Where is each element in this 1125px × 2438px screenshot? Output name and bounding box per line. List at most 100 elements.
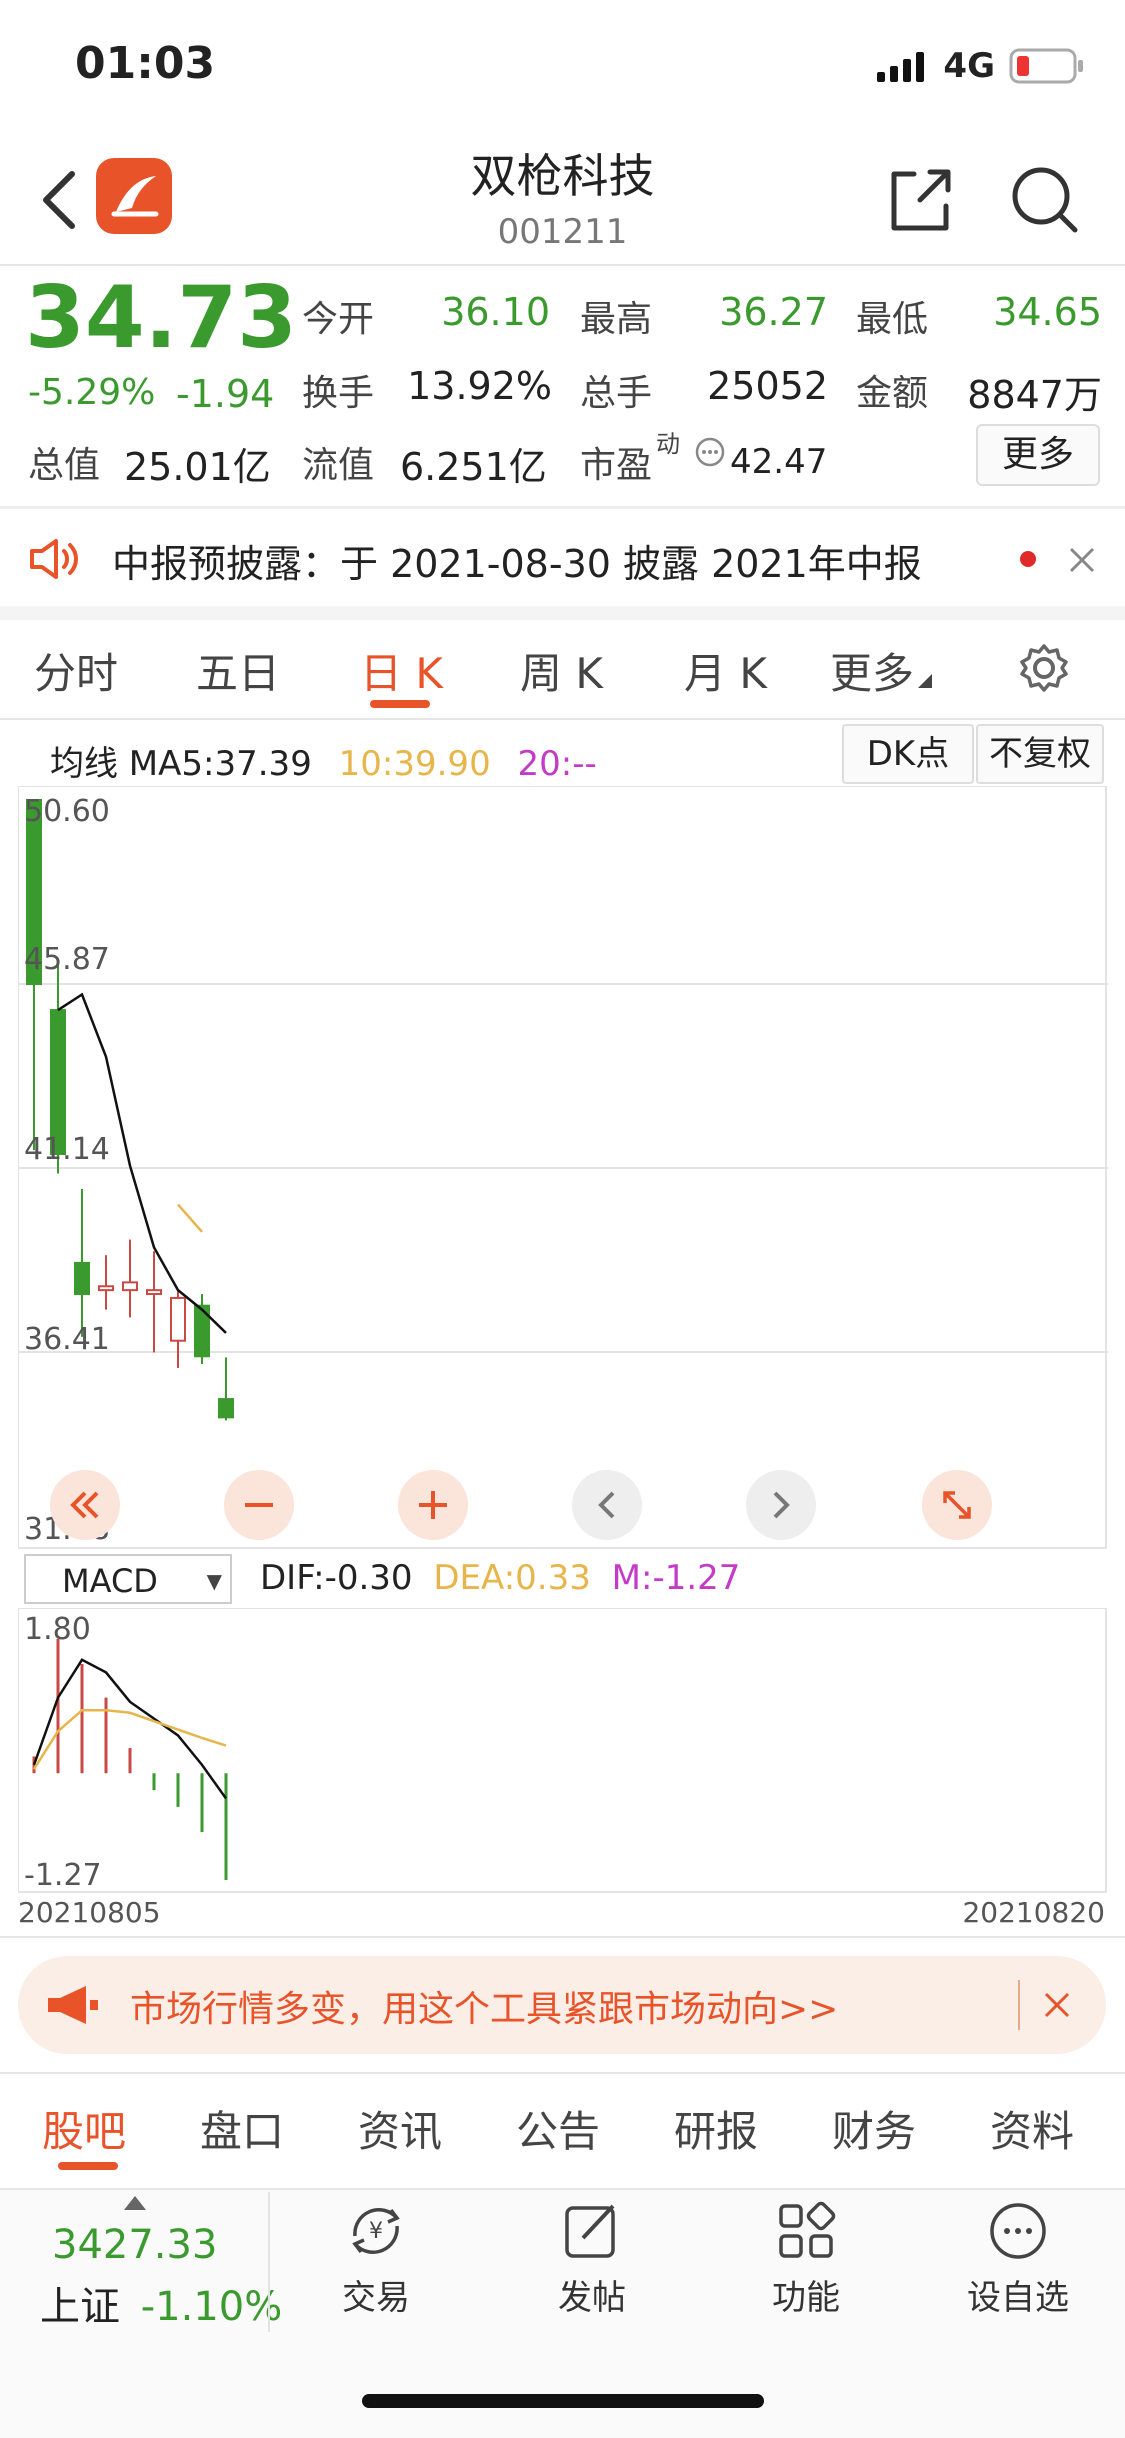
- tab-forum[interactable]: 股吧: [42, 2098, 126, 2159]
- post-button[interactable]: 发帖: [522, 2200, 662, 2319]
- float-value: 6.251亿: [400, 445, 547, 489]
- info-icon[interactable]: [694, 436, 726, 468]
- yuan-exchange-icon: ¥: [352, 2208, 400, 2254]
- rewind-button[interactable]: [50, 1470, 120, 1540]
- more-quote-button[interactable]: 更多: [976, 424, 1100, 486]
- add-watchlist-label: 设自选: [967, 2278, 1069, 2318]
- double-chevron-left-icon: [70, 1491, 99, 1519]
- status-time: 01:03: [75, 38, 216, 89]
- zoom-in-button[interactable]: [398, 1470, 468, 1540]
- tab-profile[interactable]: 资料: [990, 2098, 1074, 2159]
- candle-body: [170, 1296, 186, 1342]
- macd-legend: DIF:-0.30 DEA:0.33 M:-1.27: [260, 1558, 740, 1598]
- battery-icon: [1009, 48, 1083, 84]
- tab-announcements[interactable]: 公告: [516, 2098, 600, 2159]
- gear-icon[interactable]: [1018, 642, 1070, 694]
- turnover-value: 13.92%: [407, 364, 552, 408]
- adjust-price-button[interactable]: 不复权: [976, 724, 1104, 784]
- active-tab-indicator: [370, 700, 430, 708]
- svg-text:¥: ¥: [369, 2219, 383, 2244]
- macd-y-bottom: -1.27: [24, 1858, 102, 1893]
- ma-legend: 均线 MA5:37.39 10:39.90 20:--: [50, 736, 597, 785]
- open-value: 36.10: [441, 290, 550, 334]
- open-label: 今开: [302, 299, 375, 340]
- tabs-divider: [0, 718, 1125, 720]
- candle-body: [122, 1281, 138, 1292]
- float-label: 流值: [302, 445, 375, 486]
- banner-divider: [0, 2072, 1125, 2074]
- home-indicator: [362, 2394, 764, 2408]
- section-gap: [0, 606, 1125, 620]
- amount-label: 金额: [856, 373, 929, 414]
- expand-icon: [943, 1491, 971, 1519]
- tab-weekly-k[interactable]: 周 K: [520, 640, 603, 701]
- promo-text[interactable]: 市场行情多变，用这个工具紧跟市场动向>>: [130, 1980, 838, 2032]
- index-summary[interactable]: 上证 -1.10%: [40, 2274, 282, 2332]
- index-value[interactable]: 3427.33: [52, 2222, 217, 2268]
- candlestick-chart[interactable]: [18, 786, 1108, 1550]
- high-label: 最高: [580, 299, 653, 340]
- fullscreen-button[interactable]: [922, 1470, 992, 1540]
- active-bottom-tab-indicator: [58, 2162, 118, 2170]
- signal-icon: [877, 52, 925, 82]
- macd-y-top: 1.80: [24, 1612, 91, 1647]
- high-value: 36.27: [719, 290, 828, 334]
- move-left-button[interactable]: [572, 1470, 642, 1540]
- tab-monthly-k[interactable]: 月 K: [684, 640, 767, 701]
- plus-icon: [419, 1491, 447, 1519]
- header-divider: [0, 264, 1125, 266]
- status-indicators: 4G: [877, 46, 1085, 86]
- trade-button[interactable]: ¥ 交易: [306, 2200, 446, 2319]
- tab-five-day[interactable]: 五日: [196, 640, 280, 701]
- dk-point-button[interactable]: DK点: [842, 724, 974, 784]
- tab-intraday[interactable]: 分时: [34, 640, 118, 701]
- turnover-label: 换手: [302, 373, 375, 414]
- tab-order-book[interactable]: 盘口: [200, 2098, 284, 2159]
- share-button[interactable]: [880, 160, 960, 240]
- zoom-out-button[interactable]: [224, 1470, 294, 1540]
- indicator-select-label: MACD: [62, 1562, 158, 1600]
- tab-research[interactable]: 研报: [674, 2098, 758, 2159]
- close-banner-icon[interactable]: [1042, 1990, 1072, 2020]
- banner-separator: [1018, 1980, 1020, 2030]
- chart-bottom-divider: [0, 1936, 1125, 1938]
- current-price: 34.73: [25, 268, 298, 368]
- share-icon: [891, 169, 951, 231]
- add-watchlist-button[interactable]: 设自选: [948, 2200, 1088, 2319]
- y-tick-top: 50.60: [24, 794, 110, 829]
- change-amount: -1.94: [176, 372, 275, 416]
- volume-label: 总手: [580, 373, 653, 414]
- network-label: 4G: [943, 46, 995, 86]
- macd-chart[interactable]: [18, 1608, 1108, 1894]
- disclosure-notice[interactable]: 中报预披露：于 2021-08-30 披露 2021年中报: [112, 533, 922, 588]
- close-notice-icon[interactable]: [1066, 544, 1098, 576]
- quote-divider: [0, 506, 1125, 509]
- pe-dynamic-mark: 动: [656, 430, 680, 458]
- move-right-button[interactable]: [746, 1470, 816, 1540]
- chevron-right-icon: [773, 1491, 790, 1519]
- y-tick-3: 41.14: [24, 1132, 110, 1167]
- ma5-value: 均线 MA5:37.39: [50, 744, 312, 784]
- candle-body: [218, 1398, 234, 1419]
- speaker-icon: [30, 539, 78, 579]
- grid-icon: [779, 2201, 836, 2258]
- toolbar-separator: [268, 2192, 270, 2332]
- dif-value: DIF:-0.30: [260, 1558, 413, 1598]
- x-end-date: 20210820: [962, 1896, 1105, 1929]
- index-name: 上证: [40, 2284, 120, 2330]
- tab-news[interactable]: 资讯: [358, 2098, 442, 2159]
- tab-daily-k[interactable]: 日 K: [360, 640, 443, 701]
- y-tick-4: 36.41: [24, 1322, 110, 1357]
- tab-more[interactable]: 更多: [830, 640, 933, 701]
- indicator-select[interactable]: MACD ▼: [24, 1554, 232, 1604]
- index-change: -1.10%: [140, 2284, 283, 2330]
- functions-button[interactable]: 功能: [736, 2200, 876, 2319]
- more-dots-icon: [990, 2203, 1046, 2259]
- minus-icon: [245, 1503, 273, 1507]
- functions-label: 功能: [772, 2278, 840, 2318]
- y-tick-2: 45.87: [24, 942, 110, 977]
- macd-m-value: M:-1.27: [611, 1558, 741, 1598]
- search-button[interactable]: [1005, 160, 1085, 240]
- low-label: 最低: [856, 299, 929, 340]
- tab-finance[interactable]: 财务: [832, 2098, 916, 2159]
